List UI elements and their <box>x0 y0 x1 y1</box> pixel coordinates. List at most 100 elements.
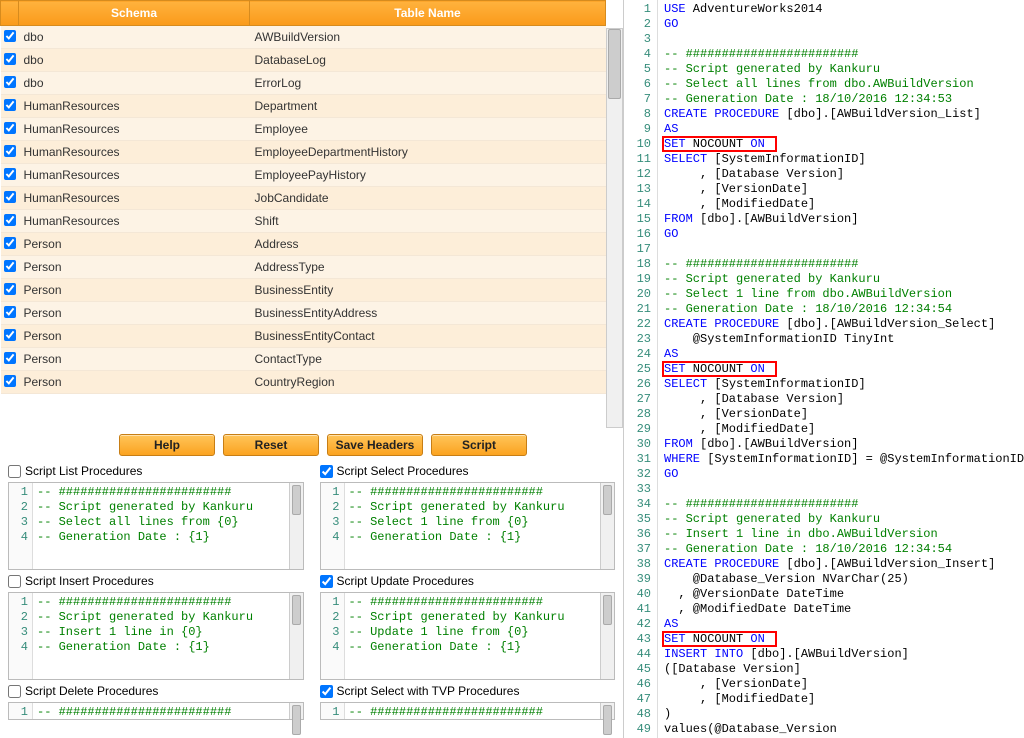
panel-checkbox-delete[interactable] <box>8 685 21 698</box>
cell-tablename: JobCandidate <box>250 187 606 210</box>
row-checkbox[interactable] <box>4 53 16 65</box>
cell-tablename: AWBuildVersion <box>250 26 606 49</box>
sql-line <box>664 482 1018 497</box>
table-row[interactable]: HumanResourcesEmployee <box>1 118 606 141</box>
table-row[interactable]: PersonAddressType <box>1 256 606 279</box>
save-headers-button[interactable]: Save Headers <box>327 434 423 456</box>
row-checkbox[interactable] <box>4 352 16 364</box>
table-row[interactable]: HumanResourcesEmployeeDepartmentHistory <box>1 141 606 164</box>
col-schema-header[interactable]: Schema <box>19 1 250 26</box>
panel-code-list[interactable]: 1234-- ######################## -- Scrip… <box>8 482 304 570</box>
panel-checkbox-update[interactable] <box>320 575 333 588</box>
table-row[interactable]: PersonBusinessEntityContact <box>1 325 606 348</box>
table-row[interactable]: PersonContactType <box>1 348 606 371</box>
cell-tablename: Address <box>250 233 606 256</box>
panel-checkbox-tvp[interactable] <box>320 685 333 698</box>
col-checkbox-header[interactable] <box>1 1 19 26</box>
sql-line: -- ######################## <box>664 257 1018 272</box>
scrollbar-thumb[interactable] <box>608 29 621 99</box>
row-checkbox[interactable] <box>4 168 16 180</box>
cell-tablename: BusinessEntityContact <box>250 325 606 348</box>
cell-tablename: CountryRegion <box>250 371 606 394</box>
sql-line: , [ModifiedDate] <box>664 197 1018 212</box>
cell-tablename: BusinessEntity <box>250 279 606 302</box>
panel-code-insert[interactable]: 1234-- ######################## -- Scrip… <box>8 592 304 680</box>
cell-schema: dbo <box>19 49 250 72</box>
sql-editor[interactable]: 1234567891011121314151617181920212223242… <box>624 0 1024 738</box>
code-gutter: 1234 <box>321 593 345 679</box>
panel-scrollbar[interactable] <box>600 483 614 569</box>
panel-code-update[interactable]: 1234-- ######################## -- Scrip… <box>320 592 616 680</box>
table-row[interactable]: PersonCountryRegion <box>1 371 606 394</box>
table-row[interactable]: HumanResourcesShift <box>1 210 606 233</box>
cell-tablename: ContactType <box>250 348 606 371</box>
row-checkbox[interactable] <box>4 191 16 203</box>
sql-line: -- Insert 1 line in dbo.AWBuildVersion <box>664 527 1018 542</box>
schema-table-wrap: Schema Table Name dboAWBuildVersiondboDa… <box>0 0 623 428</box>
table-row[interactable]: dboAWBuildVersion <box>1 26 606 49</box>
row-checkbox[interactable] <box>4 283 16 295</box>
row-checkbox[interactable] <box>4 76 16 88</box>
row-checkbox[interactable] <box>4 214 16 226</box>
panel-code-tvp[interactable]: 1-- ######################## <box>320 702 616 720</box>
panel-checkbox-list[interactable] <box>8 465 21 478</box>
cell-schema: HumanResources <box>19 95 250 118</box>
code-gutter: 1234 <box>9 593 33 679</box>
panel-title-tvp: Script Select with TVP Procedures <box>337 684 520 698</box>
sql-line: -- Select 1 line from dbo.AWBuildVersion <box>664 287 1018 302</box>
cell-schema: Person <box>19 302 250 325</box>
panel-checkbox-select[interactable] <box>320 465 333 478</box>
sql-line: SET NOCOUNT ON <box>664 632 1018 647</box>
cell-tablename: BusinessEntityAddress <box>250 302 606 325</box>
sql-editor-panel: 1234567891011121314151617181920212223242… <box>624 0 1024 738</box>
table-row[interactable]: PersonBusinessEntity <box>1 279 606 302</box>
code-gutter: 1234 <box>321 483 345 569</box>
sql-line: GO <box>664 17 1018 32</box>
row-checkbox[interactable] <box>4 30 16 42</box>
panel-scrollbar[interactable] <box>600 703 614 719</box>
table-row[interactable]: HumanResourcesJobCandidate <box>1 187 606 210</box>
panel-checkbox-insert[interactable] <box>8 575 21 588</box>
sql-line: AS <box>664 617 1018 632</box>
help-button[interactable]: Help <box>119 434 215 456</box>
panel-scrollbar[interactable] <box>600 593 614 679</box>
table-row[interactable]: HumanResourcesDepartment <box>1 95 606 118</box>
sql-code-area[interactable]: USE AdventureWorks2014GO -- ############… <box>658 0 1024 738</box>
row-checkbox[interactable] <box>4 99 16 111</box>
code-lines: -- ######################## <box>345 703 547 719</box>
sql-line: INSERT INTO [dbo].[AWBuildVersion] <box>664 647 1018 662</box>
schema-table: Schema Table Name dboAWBuildVersiondboDa… <box>0 0 606 394</box>
panel-tvp: Script Select with TVP Procedures 1-- ###… <box>312 680 624 720</box>
panel-scrollbar[interactable] <box>289 593 303 679</box>
cell-tablename: EmployeePayHistory <box>250 164 606 187</box>
row-checkbox[interactable] <box>4 306 16 318</box>
script-panels-grid: Script List Procedures1234-- ###########… <box>0 460 623 738</box>
row-checkbox[interactable] <box>4 145 16 157</box>
panel-header-list: Script List Procedures <box>8 462 304 482</box>
panel-insert: Script Insert Procedures1234-- #########… <box>0 570 312 680</box>
row-checkbox[interactable] <box>4 237 16 249</box>
panel-scrollbar[interactable] <box>289 483 303 569</box>
panel-code-select[interactable]: 1234-- ######################## -- Scrip… <box>320 482 616 570</box>
table-row[interactable]: dboDatabaseLog <box>1 49 606 72</box>
table-row[interactable]: PersonBusinessEntityAddress <box>1 302 606 325</box>
table-row[interactable]: PersonAddress <box>1 233 606 256</box>
row-checkbox[interactable] <box>4 375 16 387</box>
row-checkbox[interactable] <box>4 329 16 341</box>
table-scrollbar[interactable] <box>606 28 623 428</box>
table-row[interactable]: dboErrorLog <box>1 72 606 95</box>
code-lines: -- ######################## -- Script ge… <box>33 483 257 569</box>
cell-schema: HumanResources <box>19 187 250 210</box>
row-checkbox[interactable] <box>4 122 16 134</box>
sql-line: FROM [dbo].[AWBuildVersion] <box>664 212 1018 227</box>
panel-title-select: Script Select Procedures <box>337 464 469 478</box>
row-checkbox[interactable] <box>4 260 16 272</box>
reset-button[interactable]: Reset <box>223 434 319 456</box>
sql-line: USE AdventureWorks2014 <box>664 2 1018 17</box>
panel-code-delete[interactable]: 1-- ######################## <box>8 702 304 720</box>
script-button[interactable]: Script <box>431 434 527 456</box>
col-tablename-header[interactable]: Table Name <box>250 1 606 26</box>
panel-scrollbar[interactable] <box>289 703 303 719</box>
sql-line: AS <box>664 122 1018 137</box>
table-row[interactable]: HumanResourcesEmployeePayHistory <box>1 164 606 187</box>
